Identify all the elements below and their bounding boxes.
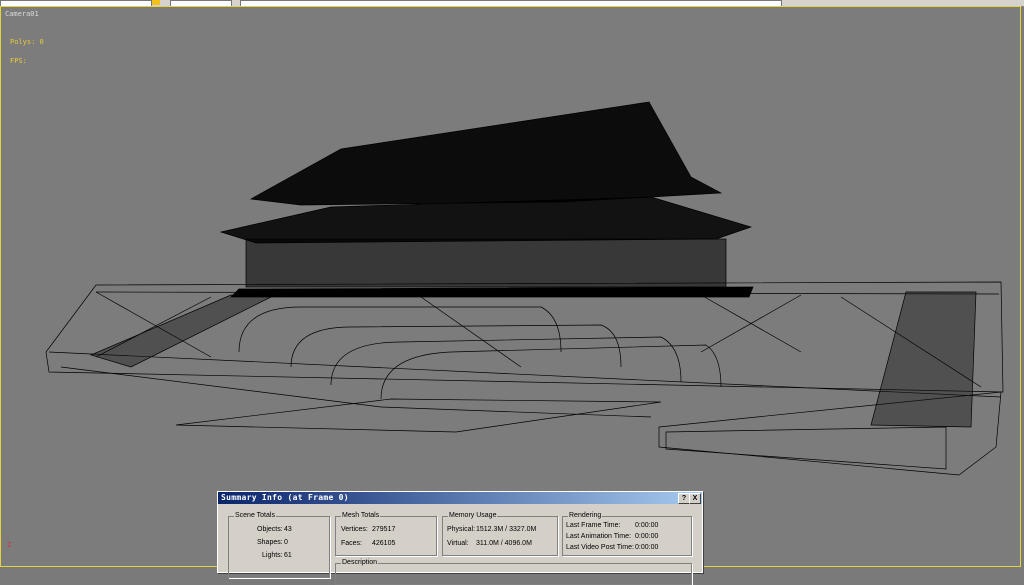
faces-value: 426105 [372,540,396,547]
axis-tripod-icon: Z [7,541,12,549]
lights-label: Lights: [262,552,283,559]
hall-columns [245,238,727,288]
vault [330,336,682,386]
vertices-label: Vertices: [341,526,368,533]
objects-value: 43 [284,526,292,533]
faces-label: Faces: [341,540,363,547]
memory-usage-group: Memory Usage Physical: 1512.3M / 3327.0M… [442,512,558,556]
vault [380,344,722,400]
stair-right [870,291,977,428]
last-animation-value: 0:00:00 [635,533,659,540]
description-header: Description [341,559,379,566]
description-group: Description [335,559,692,585]
vault [238,306,562,353]
scene-totals-header: Scene Totals [234,512,276,519]
balustrade [230,286,754,298]
polys-counter: Polys: 0 [10,38,44,46]
fps-counter: FPS: [10,57,27,65]
close-button[interactable]: X [689,493,701,504]
shapes-value: 0 [284,539,288,546]
last-frame-value: 0:00:00 [635,522,659,529]
physical-value: 1512.3M / 3327.0M [476,526,537,533]
viewport-label[interactable]: Camera01 [5,10,39,18]
rendering-header: Rendering [568,512,603,519]
last-animation-label: Last Animation Time: [566,533,631,540]
ground-slab-left [175,398,662,433]
dialog-title[interactable]: Summary Info (at Frame 0) [218,492,702,504]
vault [290,324,622,368]
last-video-value: 0:00:00 [635,544,659,551]
shapes-label: Shapes: [257,539,283,546]
memory-usage-header: Memory Usage [448,512,498,519]
vertices-value: 279517 [372,526,396,533]
virtual-label: Virtual: [447,540,469,547]
mesh-totals-header: Mesh Totals [341,512,381,519]
stair-left [89,294,273,368]
ground-slab-right-inner [665,426,947,470]
summary-info-dialog: Summary Info (at Frame 0) ? X Scene Tota… [217,491,703,585]
toolbar-highlight-icon[interactable] [152,0,160,5]
physical-label: Physical: [447,526,476,533]
scene-totals-group: Scene Totals Objects: 43 Shapes: 0 Light… [228,512,330,578]
rendering-group: Rendering Last Frame Time: 0:00:00 Last … [562,512,692,556]
camera-viewport[interactable]: Camera01 Polys: 0 FPS: Z [0,6,1021,567]
last-video-label: Last Video Post Time: [566,544,634,551]
upper-roof [249,101,723,206]
mesh-totals-group: Mesh Totals Vertices: 279517 Faces: 4261… [335,512,437,556]
objects-label: Objects: [257,526,283,533]
last-frame-label: Last Frame Time: [566,522,621,529]
lights-value: 61 [284,552,292,559]
virtual-value: 311.0M / 4096.0M [476,540,532,547]
wireframe-scene [45,101,1004,476]
